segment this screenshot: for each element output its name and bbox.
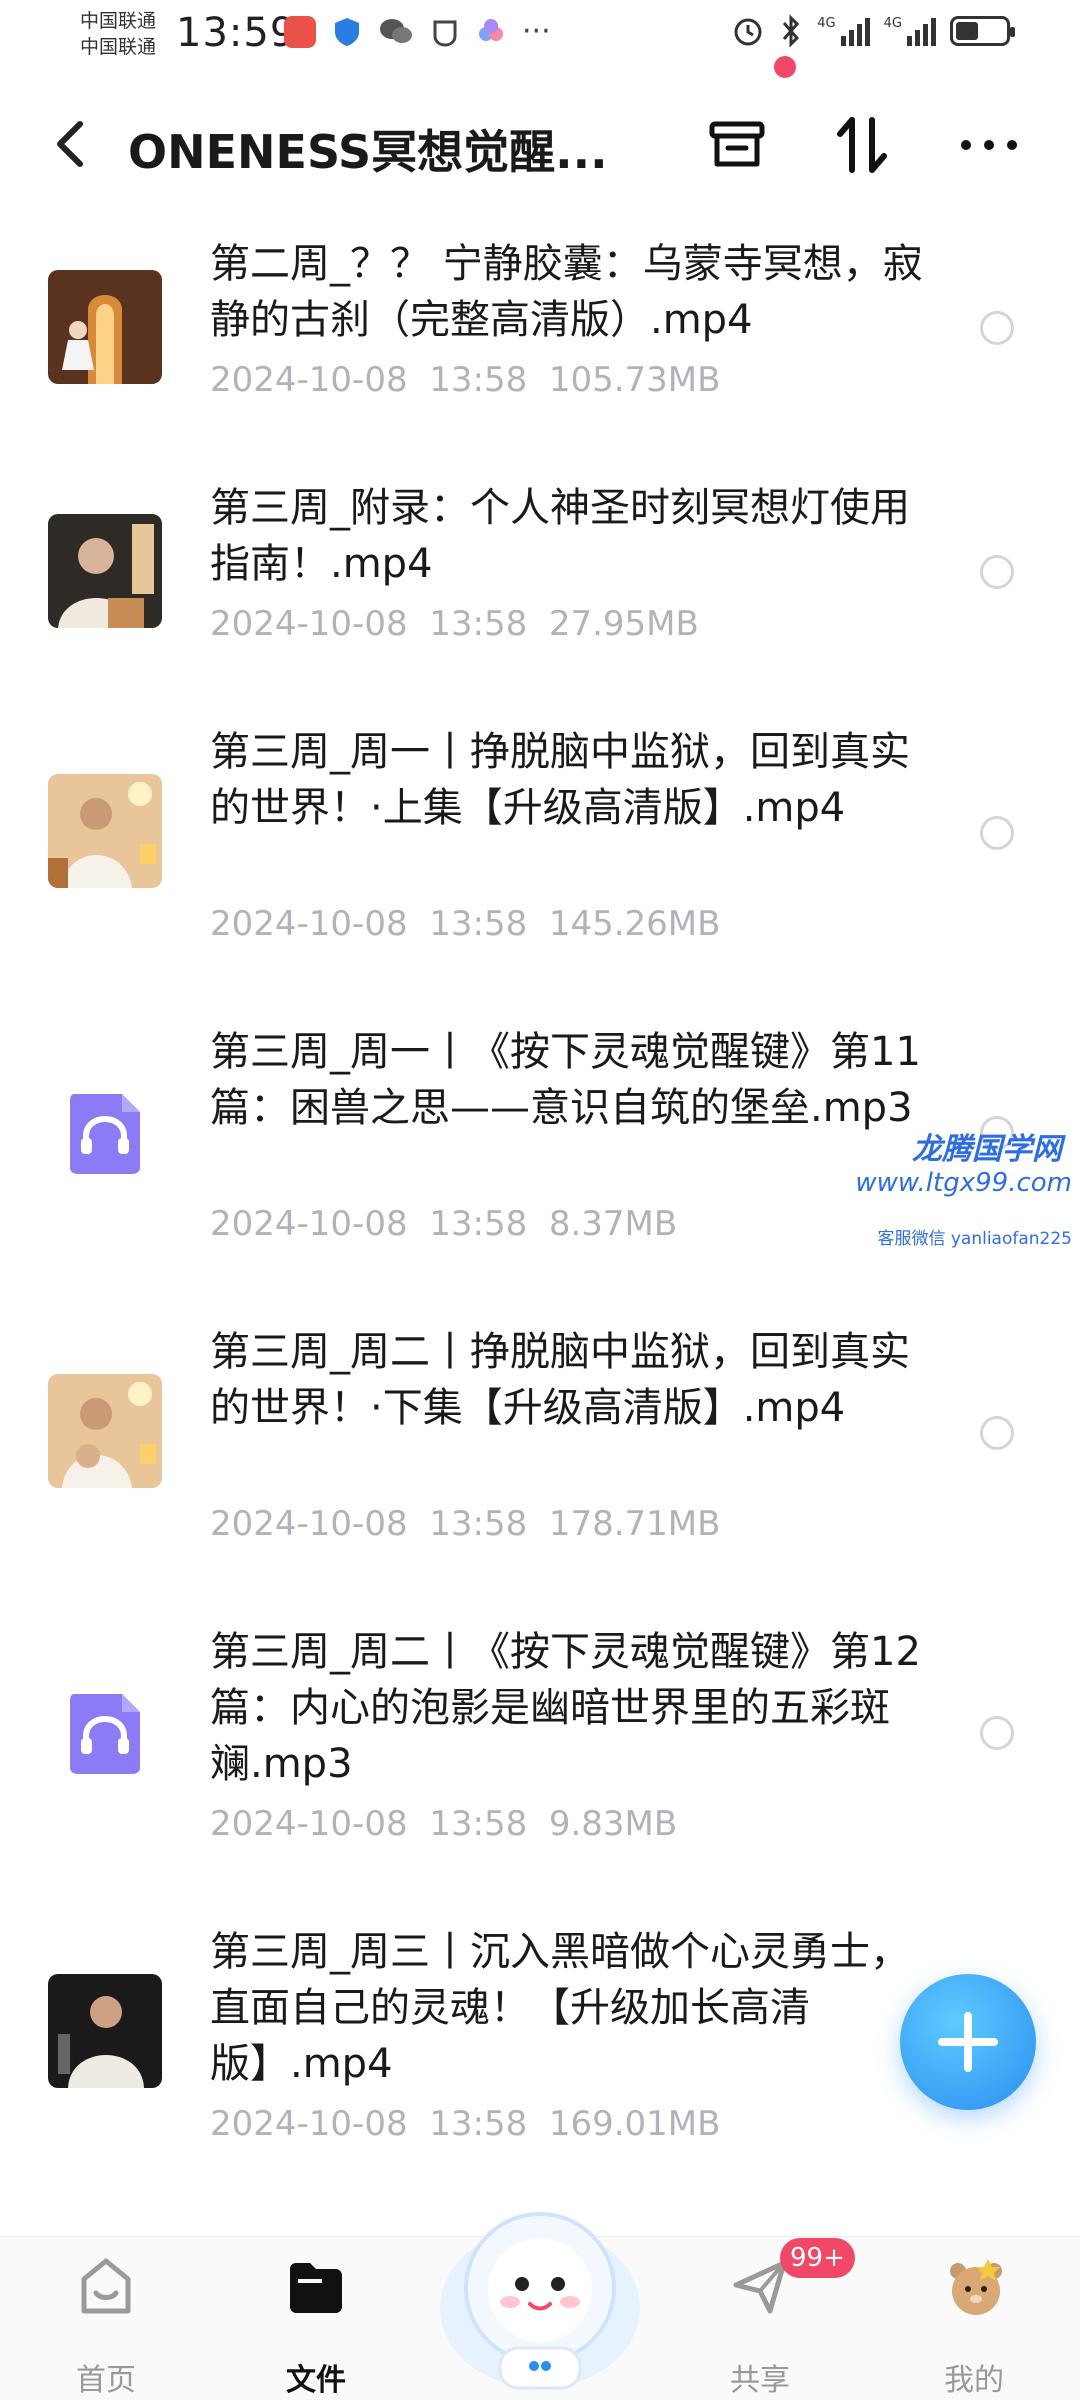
video-thumbnail (48, 1374, 162, 1488)
file-time: 13:58 (429, 904, 528, 944)
system-icons: 4G 4G (731, 14, 1015, 48)
nav-home[interactable]: 首页 (36, 2255, 176, 2398)
assistant-mascot-icon[interactable] (430, 2178, 650, 2400)
file-meta: 2024-10-08 13:58 169.01MB (210, 2104, 720, 2144)
watermark-line-1: 龙腾国学网 (912, 1132, 1062, 1167)
file-size: 178.71MB (548, 1504, 721, 1544)
page-title: ONENESS冥想觉醒... (128, 125, 608, 179)
file-name: 第三周_周一丨挣脱脑中监狱，回到真实的世界！·上集【升级高清版】.mp4 (210, 729, 910, 831)
file-date: 2024-10-08 (210, 2104, 408, 2144)
nav-label: 共享 (730, 2363, 790, 2398)
file-size: 145.26MB (548, 904, 721, 944)
nav-files[interactable]: 文件 (246, 2255, 386, 2398)
status-bar: 中国联通 中国联通 13:59 ··· 4G 4G (0, 0, 1080, 70)
plus-icon (938, 2012, 998, 2072)
file-size: 9.83MB (548, 1804, 678, 1844)
list-item[interactable]: 第三周_周二丨挣脱脑中监狱，回到真实的世界！·下集【升级高清版】.mp4 202… (0, 1324, 1080, 1624)
file-size: 27.95MB (548, 604, 699, 644)
select-radio[interactable] (980, 311, 1014, 345)
file-meta: 2024-10-08 13:58 178.71MB (210, 1504, 720, 1544)
nav-label: 我的 (944, 2363, 1004, 2398)
nav-label: 文件 (286, 2363, 346, 2398)
huawei-app-icon (284, 16, 316, 48)
file-date: 2024-10-08 (210, 904, 408, 944)
file-date: 2024-10-08 (210, 1204, 408, 1244)
add-button[interactable] (900, 1974, 1036, 2110)
file-size: 8.37MB (548, 1204, 678, 1244)
carrier-2: 中国联通 (80, 36, 157, 58)
file-meta: 2024-10-08 13:58 9.83MB (210, 1804, 677, 1844)
file-name: 第三周_附录：个人神圣时刻冥想灯使用指南！.mp4 (210, 485, 910, 587)
top-bar: ONENESS冥想觉醒... (0, 56, 1080, 198)
carrier-label: 中国联通 中国联通 (80, 8, 156, 60)
file-date: 2024-10-08 (210, 1504, 408, 1544)
file-date: 2024-10-08 (210, 604, 408, 644)
signal-1-icon: 4G (817, 16, 870, 46)
file-size: 105.73MB (548, 360, 721, 400)
watermark-line-2: www.ltgx99.com (855, 1168, 1072, 1198)
carrier-1: 中国联通 (80, 10, 157, 32)
file-time: 13:58 (429, 1804, 528, 1844)
select-radio[interactable] (980, 816, 1014, 850)
signal-2-icon: 4G (884, 16, 936, 46)
audio-file-icon (70, 1094, 140, 1174)
list-item[interactable]: 第二周_？？ 宁静胶囊：乌蒙寺冥想，寂静的古刹（完整高清版）.mp4 2024-… (0, 236, 1080, 480)
video-thumbnail (48, 270, 162, 384)
file-meta: 2024-10-08 13:58 8.37MB (210, 1204, 677, 1244)
file-time: 13:58 (429, 360, 528, 400)
file-name: 第三周_周二丨《按下灵魂觉醒键》第12篇：内心的泡影是幽暗世界里的五彩斑斓.mp… (210, 1629, 921, 1787)
file-size: 169.01MB (548, 2104, 721, 2144)
list-item[interactable]: 第三周_周一丨挣脱脑中监狱，回到真实的世界！·上集【升级高清版】.mp4 202… (0, 724, 1080, 1024)
file-name: 第三周_周二丨挣脱脑中监狱，回到真实的世界！·下集【升级高清版】.mp4 (210, 1329, 910, 1431)
file-time: 13:58 (429, 1504, 528, 1544)
file-time: 13:58 (429, 2104, 528, 2144)
file-name: 第三周_周三丨沉入黑暗做个心灵勇士，直面自己的灵魂！【升级加长高清版】.mp4 (210, 1929, 910, 2087)
file-meta: 2024-10-08 13:58 145.26MB (210, 904, 720, 944)
alarm-icon (734, 18, 762, 46)
list-item[interactable]: 第三周_附录：个人神圣时刻冥想灯使用指南！.mp4 2024-10-08 13:… (0, 480, 1080, 724)
notification-icons: ··· (284, 16, 551, 48)
select-radio[interactable] (980, 555, 1014, 589)
bluetooth-icon (783, 14, 800, 48)
back-arrow-icon[interactable] (48, 118, 92, 170)
home-icon (81, 2258, 131, 2314)
nav-profile[interactable]: 我的 (904, 2255, 1044, 2398)
file-time: 13:58 (429, 1204, 528, 1244)
screen: 中国联通 中国联通 13:59 ··· 4G 4G ONENESS冥想觉醒...… (0, 0, 1080, 2400)
file-meta: 2024-10-08 13:58 105.73MB (210, 360, 720, 400)
file-time: 13:58 (429, 604, 528, 644)
list-item[interactable]: 第三周_周二丨《按下灵魂觉醒键》第12篇：内心的泡影是幽暗世界里的五彩斑斓.mp… (0, 1624, 1080, 1924)
select-radio[interactable] (980, 1416, 1014, 1450)
file-name: 第三周_周一丨《按下灵魂觉醒键》第11篇：困兽之思——意识自筑的堡垒.mp3 (210, 1029, 921, 1131)
file-date: 2024-10-08 (210, 1804, 408, 1844)
clock: 13:59 (176, 10, 297, 56)
watermark: 龙腾国学网 www.ltgx99.com 客服微信 yanliaofan225 (850, 1118, 1080, 1258)
cloud-app-icon (479, 19, 503, 41)
folder-icon (290, 2263, 342, 2313)
sort-icon[interactable] (830, 112, 896, 178)
video-thumbnail (48, 774, 162, 888)
transfer-list-icon[interactable] (704, 112, 770, 178)
profile-avatar-icon (950, 2259, 1002, 2315)
watermark-line-3: 客服微信 yanliaofan225 (877, 1229, 1072, 1249)
more-notifications: ··· (522, 14, 551, 49)
nav-label: 首页 (76, 2363, 136, 2398)
file-meta: 2024-10-08 13:58 27.95MB (210, 604, 699, 644)
battery-icon (950, 16, 1015, 46)
audio-file-icon (70, 1694, 140, 1774)
select-radio[interactable] (980, 1716, 1014, 1750)
wechat-icon (380, 19, 412, 43)
more-menu-icon[interactable] (956, 112, 1022, 178)
file-name: 第二周_？？ 宁静胶囊：乌蒙寺冥想，寂静的古刹（完整高清版）.mp4 (210, 241, 923, 343)
video-thumbnail (48, 514, 162, 628)
app-cup-icon (433, 20, 457, 47)
share-badge: 99+ (780, 2238, 855, 2278)
file-date: 2024-10-08 (210, 360, 408, 400)
shield-icon (335, 18, 359, 46)
video-thumbnail (48, 1974, 162, 2088)
notification-dot (774, 56, 796, 78)
